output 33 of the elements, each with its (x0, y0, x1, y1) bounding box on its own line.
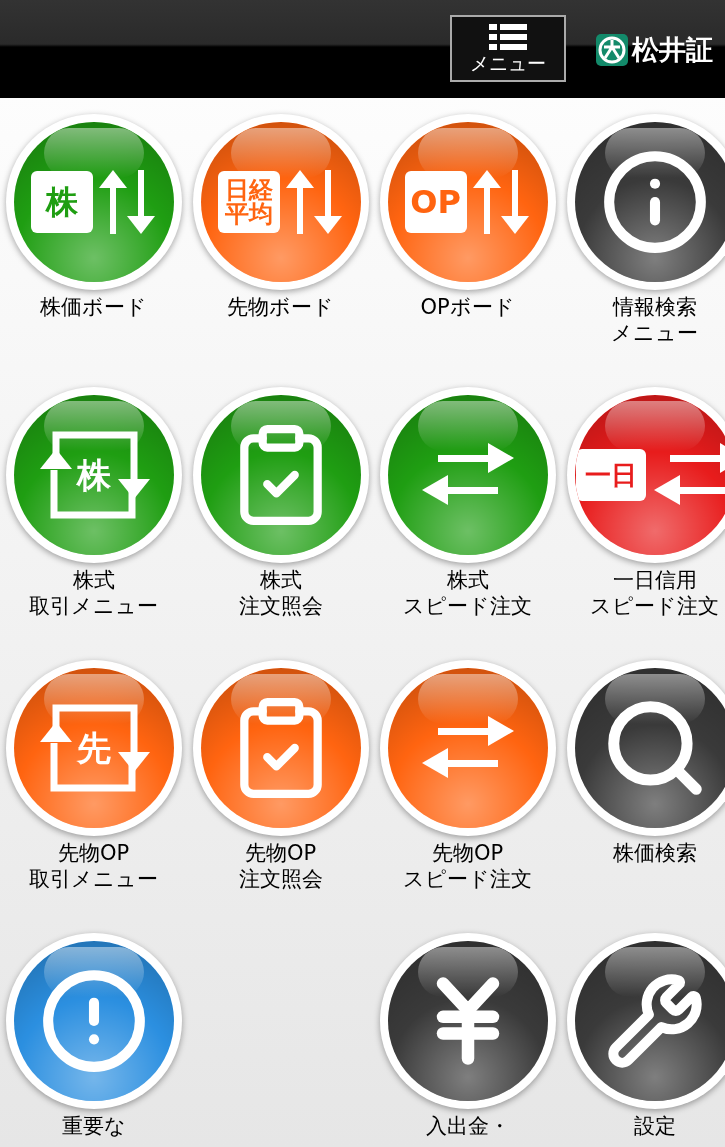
tile-label: 株式 注文照会 (238, 567, 323, 619)
tile-label: 株式 取引メニュー (29, 567, 158, 619)
cycle-frame-icon (39, 704, 150, 792)
tile-label: 設定 (633, 1113, 676, 1139)
tile-label: OPボード (420, 294, 515, 320)
list-icon (489, 24, 527, 50)
brand-name: 松井証 (632, 33, 713, 67)
tile-label: 先物ボード (227, 294, 334, 320)
logo-icon (596, 34, 628, 67)
tile-label: 株式 スピード注文 (403, 567, 532, 619)
icon-badge: 一日 (575, 449, 646, 501)
tile-label: 先物OP スピード注文 (403, 840, 532, 892)
cycle-frame-icon (39, 431, 150, 519)
icon-character: 先 (76, 731, 111, 765)
menu-tile-button[interactable]: 株 (5, 114, 182, 290)
tile-label: 重要な (61, 1113, 126, 1139)
tile-label: 入出金・ (425, 1113, 510, 1139)
menu-tile-button[interactable]: 日経平均 (192, 114, 369, 290)
menu-tile-button[interactable]: 株 (5, 387, 182, 563)
tile-label: 先物OP 取引メニュー (29, 840, 158, 892)
tile-label: 株価検索 (612, 840, 697, 866)
tile-label: 株価ボード (40, 294, 147, 320)
menu-tile-button[interactable]: OP (379, 114, 556, 290)
icon-badge: 株 (30, 171, 93, 233)
menu-tile-button[interactable]: 先 (5, 660, 182, 836)
menu-tile-button[interactable]: 一日 (566, 387, 725, 563)
menu-button[interactable]: メニュー (450, 15, 566, 82)
icon-badge: OP (404, 171, 467, 233)
tile-label: 情報検索 メニュー (611, 294, 698, 346)
icon-badge: 日経平均 (217, 171, 280, 233)
tile-label: 先物OP 注文照会 (238, 840, 323, 892)
icon-character: 株 (76, 458, 111, 492)
tile-label: 一日信用 スピード注文 (590, 567, 719, 619)
